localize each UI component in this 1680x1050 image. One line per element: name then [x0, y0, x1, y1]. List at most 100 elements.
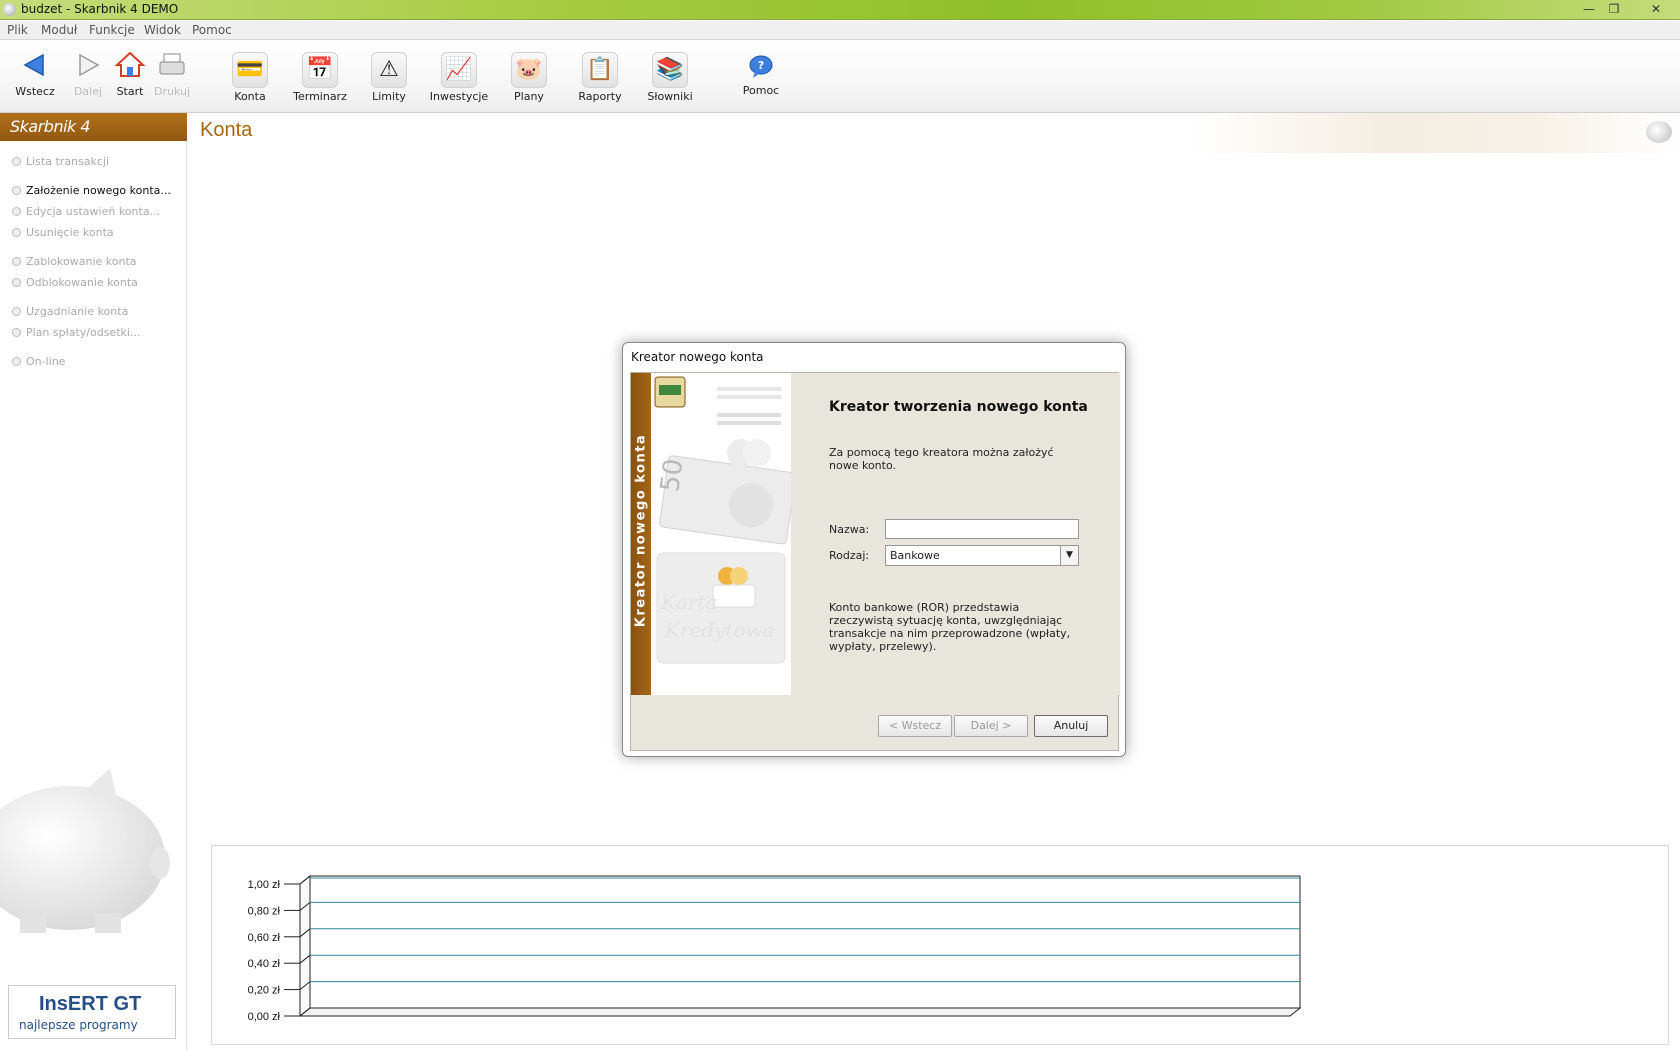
start-button[interactable]: Start [108, 40, 152, 113]
task-transaction-list[interactable]: Lista transakcji [12, 155, 109, 168]
close-button[interactable]: ✕ [1642, 1, 1670, 17]
header-decoration [1188, 113, 1680, 153]
chart-back-wall [309, 875, 1301, 1009]
wizard-cancel-button[interactable]: Anuluj [1034, 715, 1108, 737]
svg-text:Karta: Karta [660, 590, 717, 614]
investments-chart-icon: 📈 [441, 52, 477, 88]
help-button[interactable]: ? Pomoc [738, 40, 784, 113]
bullet-icon [12, 157, 21, 166]
plans-button[interactable]: 🐷 Plany [506, 40, 552, 113]
wizard-illustration: 50 Karta Kredytowa [651, 373, 791, 696]
task-online[interactable]: On-line [12, 355, 65, 368]
chart-side-wall [299, 874, 311, 1018]
reports-label: Raporty [578, 90, 622, 103]
forward-arrow-icon [70, 50, 106, 86]
accounts-icon: 💳 [232, 52, 268, 88]
wizard-footer: < Wstecz Dalej > Anuluj [630, 695, 1119, 751]
svg-text:?: ? [758, 59, 764, 72]
limits-button[interactable]: ⚠ Limity [366, 40, 412, 113]
account-type-description: Konto bankowe (ROR) przedstawia rzeczywi… [829, 601, 1071, 653]
wizard-next-button[interactable]: Dalej > [954, 715, 1028, 737]
calendar-label: Terminarz [293, 90, 347, 103]
type-label: Rodzaj: [829, 549, 870, 562]
task-reconcile-account[interactable]: Uzgadnianie konta [12, 305, 128, 318]
account-type-select[interactable]: Bankowe ▼ [885, 545, 1079, 566]
new-account-wizard-dialog: Kreator nowego konta Kreator nowego kont… [622, 342, 1126, 757]
bullet-icon [12, 328, 21, 337]
wizard-content: Kreator tworzenia nowego konta Za pomocą… [791, 373, 1120, 696]
calendar-button[interactable]: 📅 Terminarz [290, 40, 350, 113]
menu-plik[interactable]: Plik [7, 23, 28, 37]
dialog-title: Kreator nowego konta [631, 350, 764, 364]
menu-pomoc[interactable]: Pomoc [192, 23, 232, 37]
chart-y-tick-label: 0,80 zł [248, 905, 281, 917]
dictionaries-label: Słowniki [647, 90, 693, 103]
piggy-bank-decoration-icon [0, 768, 170, 933]
chart-y-tick-label: 1,00 zł [248, 879, 281, 891]
task-edit-account[interactable]: Edycja ustawień konta... [12, 205, 160, 218]
task-new-account[interactable]: Założenie nowego konta... [12, 184, 171, 197]
printer-icon [154, 50, 190, 86]
accounts-button[interactable]: 💳 Konta [226, 40, 274, 113]
calendar-icon: 📅 [302, 52, 338, 88]
help-label: Pomoc [742, 84, 780, 97]
print-button[interactable]: Drukuj [150, 40, 194, 113]
task-delete-account[interactable]: Usunięcie konta [12, 226, 114, 239]
app-window: budzet - Skarbnik 4 DEMO — ❐ ✕ Plik Modu… [0, 0, 1680, 1050]
app-icon [3, 3, 16, 16]
task-repayment-plan[interactable]: Plan spłaty/odsetki... [12, 326, 140, 339]
forward-label: Dalej [73, 85, 103, 98]
wizard-intro-text: Za pomocą tego kreatora można założyć no… [829, 446, 1054, 472]
chart-y-tick-label: 0,20 zł [248, 985, 281, 997]
minimize-button[interactable]: — [1578, 1, 1600, 17]
back-label: Wstecz [15, 85, 55, 98]
task-sidebar: Skarbnik 4 Lista transakcji Założenie no… [0, 113, 187, 1050]
reports-button[interactable]: 📋 Raporty [574, 40, 626, 113]
wizard-heading: Kreator tworzenia nowego konta [829, 399, 1088, 415]
chart-y-tick-label: 0,60 zł [248, 932, 281, 944]
piggy-bank-icon: 🐷 [511, 52, 547, 88]
bullet-icon [12, 357, 21, 366]
warning-icon: ⚠ [371, 52, 407, 88]
bullet-icon [12, 228, 21, 237]
account-type-value: Bankowe [890, 549, 940, 562]
title-bar: budzet - Skarbnik 4 DEMO — ❐ ✕ [0, 0, 1680, 20]
back-arrow-icon [17, 50, 53, 86]
logo-brand: InsERT GT [39, 993, 142, 1015]
limits-label: Limity [372, 90, 406, 103]
print-label: Drukuj [153, 85, 191, 98]
chevron-down-icon[interactable]: ▼ [1060, 546, 1078, 565]
chart-y-tick-label: 0,40 zł [248, 958, 281, 970]
bullet-icon [12, 278, 21, 287]
menu-modul[interactable]: Moduł [41, 23, 77, 37]
reports-icon: 📋 [582, 52, 618, 88]
start-label: Start [116, 85, 144, 98]
toolbar: Wstecz Dalej Start Drukuj 💳 Konta 📅 Term… [0, 40, 1680, 113]
window-title: budzet - Skarbnik 4 DEMO [21, 2, 179, 16]
menu-funkcje[interactable]: Funkcje [89, 23, 135, 37]
menu-bar: Plik Moduł Funkcje Widok Pomoc [0, 21, 1680, 40]
task-unlock-account[interactable]: Odblokowanie konta [12, 276, 138, 289]
name-label: Nazwa: [829, 523, 870, 536]
wizard-body: Kreator nowego konta 50 Karta Kredytowa … [630, 372, 1120, 696]
wizard-back-button[interactable]: < Wstecz [878, 715, 952, 737]
wizard-side-strip: Kreator nowego konta [631, 373, 651, 696]
home-icon [112, 50, 148, 86]
investments-label: Inwestycje [429, 90, 489, 103]
books-icon: 📚 [652, 52, 688, 88]
balance-chart: 0,00 zł 0,20 zł 0,40 zł 0,60 zł 0,80 zł 1,00 … [211, 845, 1669, 1045]
wizard-strip-label: Kreator nowego konta [633, 433, 649, 628]
menu-widok[interactable]: Widok [144, 23, 181, 37]
piggy-bank-icon [1646, 121, 1672, 143]
dictionaries-button[interactable]: 📚 Słowniki [642, 40, 698, 113]
account-name-input[interactable] [885, 519, 1079, 539]
maximize-button[interactable]: ❐ [1603, 1, 1625, 17]
insert-logo: InsERT GT najlepsze programy [8, 985, 176, 1039]
task-lock-account[interactable]: Zablokowanie konta [12, 255, 137, 268]
investments-button[interactable]: 📈 Inwestycje [428, 40, 490, 113]
forward-button[interactable]: Dalej [66, 40, 110, 113]
back-button[interactable]: Wstecz [12, 40, 58, 113]
chart-y-tick-label: 0,00 zł [248, 1011, 281, 1023]
svg-text:Kredytowa: Kredytowa [664, 618, 775, 642]
plans-label: Plany [514, 90, 544, 103]
